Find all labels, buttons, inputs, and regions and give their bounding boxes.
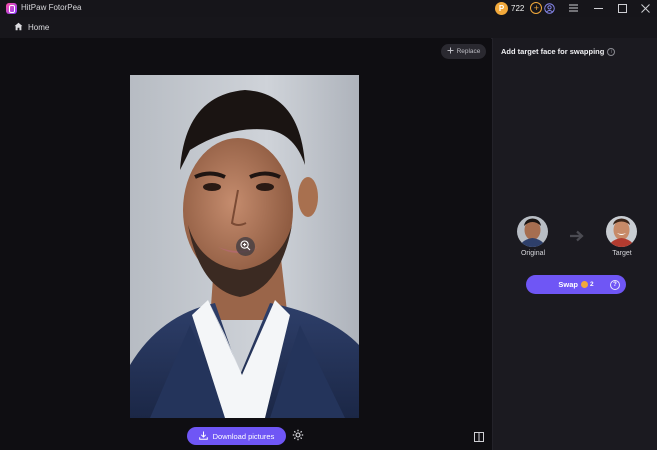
title-bar: HitPaw FotorPea P 722 + xyxy=(0,0,657,17)
help-icon[interactable]: ? xyxy=(610,280,620,290)
close-icon[interactable] xyxy=(639,2,651,14)
coin-count: 722 xyxy=(511,3,525,13)
coin-balance[interactable]: P 722 + xyxy=(495,1,543,15)
menu-icon[interactable] xyxy=(567,2,579,14)
minimize-icon[interactable] xyxy=(592,2,604,14)
home-link[interactable]: Home xyxy=(14,22,49,33)
gear-icon xyxy=(292,429,304,444)
nav-bar: Home xyxy=(0,17,657,39)
replace-label: Replace xyxy=(456,48,481,55)
panel-title-text: Add target face for swapping xyxy=(501,47,605,56)
app-logo-icon xyxy=(6,3,17,14)
download-button[interactable]: Download pictures xyxy=(187,427,286,445)
settings-button[interactable] xyxy=(291,429,305,443)
home-icon xyxy=(14,22,23,33)
plus-icon xyxy=(447,47,454,56)
add-coin-icon[interactable]: + xyxy=(530,2,543,14)
maximize-icon[interactable] xyxy=(616,2,628,14)
account-icon[interactable] xyxy=(543,2,555,14)
replace-button[interactable]: Replace xyxy=(441,44,486,59)
swap-cost: 2 xyxy=(580,281,594,288)
home-label: Home xyxy=(28,23,50,32)
original-face-avatar[interactable] xyxy=(517,216,548,247)
split-view-icon xyxy=(474,432,484,445)
compare-view-button[interactable] xyxy=(474,432,484,442)
info-icon[interactable]: i xyxy=(607,47,616,56)
coin-icon xyxy=(580,281,588,288)
download-label: Download pictures xyxy=(212,431,275,441)
target-label: Target xyxy=(612,250,632,257)
panel-title: Add target face for swapping i xyxy=(501,47,616,56)
arrow-right-icon xyxy=(570,230,584,242)
app-title: HitPaw FotorPea xyxy=(21,3,82,12)
swap-button[interactable]: Swap 2 ? xyxy=(526,275,626,294)
swap-label: Swap xyxy=(558,280,578,289)
download-icon xyxy=(198,431,208,442)
coin-icon: P xyxy=(495,1,508,15)
zoom-in-icon xyxy=(240,239,251,254)
swap-panel: Add target face for swapping i xyxy=(492,38,657,450)
swap-cost-value: 2 xyxy=(589,281,594,288)
original-label: Original xyxy=(520,250,546,257)
zoom-button[interactable] xyxy=(236,237,255,256)
target-face-avatar[interactable] xyxy=(606,216,637,247)
